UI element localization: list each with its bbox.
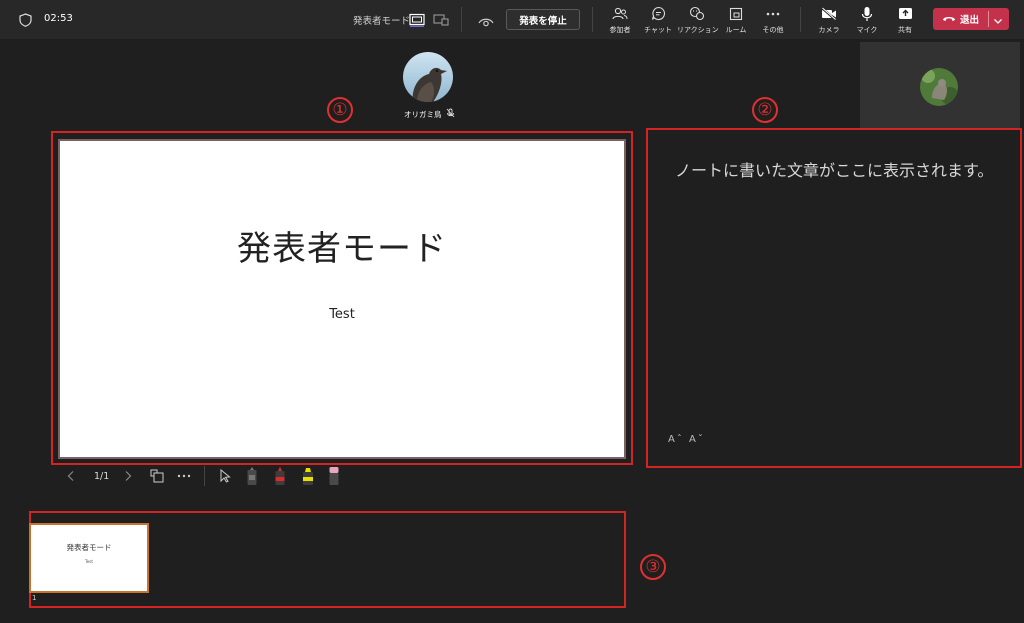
leave-main-button[interactable]: 退出 <box>933 8 988 30</box>
meeting-timer: 02:53 <box>44 13 73 24</box>
slide-toolbar: 1/1 <box>66 466 366 488</box>
slide-subtitle: Test <box>329 307 355 322</box>
side-by-side-mode-icon[interactable] <box>433 12 449 31</box>
rooms-label: ルーム <box>725 26 747 34</box>
phone-hangup-icon <box>942 14 956 25</box>
more-button[interactable]: その他 <box>753 5 793 35</box>
standout-mode-icon[interactable] <box>409 12 425 31</box>
camera-off-icon <box>809 5 849 22</box>
camera-label: カメラ <box>818 26 840 34</box>
laser-pen-icon[interactable] <box>246 466 258 486</box>
more-icon <box>753 5 793 22</box>
stop-presenting-button[interactable]: 発表を停止 <box>506 9 580 30</box>
previous-slide-icon[interactable] <box>66 466 76 486</box>
thumbnail-number: 1 <box>32 594 37 602</box>
reactions-button[interactable]: リアクション <box>677 5 719 35</box>
leave-button[interactable]: 退出 <box>933 8 1009 30</box>
presenter-name-tag: オリガミ鳥 <box>404 108 455 120</box>
participants-label: 参加者 <box>609 26 631 34</box>
mic-muted-icon <box>446 108 455 120</box>
self-video-tile <box>860 42 1020 130</box>
reactions-label: リアクション <box>677 26 719 34</box>
slide-grid-icon[interactable] <box>150 466 164 486</box>
marker-3: ③ <box>640 554 666 580</box>
thumbnail-subtitle: Test <box>85 559 93 564</box>
camera-button[interactable]: カメラ <box>809 5 849 35</box>
more-label: その他 <box>762 26 784 34</box>
self-avatar <box>920 68 958 106</box>
speaker-notes: ノートに書いた文章がここに表示されます。 <box>675 161 994 180</box>
next-slide-icon[interactable] <box>123 466 133 486</box>
chat-icon <box>638 5 678 22</box>
current-slide: 発表者モード Test <box>58 139 626 459</box>
reaction-icon <box>677 5 717 22</box>
highlighter-icon[interactable] <box>301 466 315 486</box>
shield-icon <box>19 12 32 31</box>
rooms-button[interactable]: ルーム <box>716 5 756 35</box>
thumbnail-title: 発表者モード <box>66 543 112 552</box>
presenter-mode-label: 発表者モード <box>353 16 411 27</box>
toolbar-divider <box>800 7 801 32</box>
mic-button[interactable]: マイク <box>847 5 887 35</box>
chat-button[interactable]: チャット <box>638 5 678 35</box>
toolbar-divider <box>592 7 593 32</box>
slide-title: 発表者モード <box>237 229 447 269</box>
pointer-icon[interactable] <box>219 466 231 486</box>
leave-label: 退出 <box>959 15 979 26</box>
share-label: 共有 <box>898 26 912 34</box>
marker-1: ① <box>327 97 353 123</box>
slide-counter: 1/1 <box>94 470 110 482</box>
red-pen-icon[interactable] <box>274 466 286 486</box>
people-icon <box>600 5 640 22</box>
participants-button[interactable]: 参加者 <box>600 5 640 35</box>
more-options-icon[interactable] <box>177 466 191 486</box>
eye-icon[interactable] <box>478 13 494 32</box>
meeting-toolbar: 02:53 発表者モード 発表を停止 参加者 チャット リアクション ルーム そ… <box>0 0 1024 39</box>
chevron-down-icon[interactable] <box>992 12 1004 31</box>
presenter-name: オリガミ鳥 <box>404 109 442 119</box>
notes-font-size-controls[interactable]: Aˆ Aˇ <box>668 434 705 445</box>
rooms-icon <box>716 5 756 22</box>
share-button[interactable]: 共有 <box>885 5 925 35</box>
toolbar-divider <box>204 466 205 486</box>
toolbar-divider <box>461 7 462 32</box>
eraser-icon[interactable] <box>328 466 340 486</box>
marker-2: ② <box>752 97 778 123</box>
share-icon <box>885 5 925 22</box>
mic-label: マイク <box>856 26 878 34</box>
presenter-avatar <box>403 52 453 102</box>
mic-icon <box>847 5 887 22</box>
slide-thumbnail[interactable]: 発表者モード Test <box>29 523 149 593</box>
chat-label: チャット <box>644 26 672 34</box>
